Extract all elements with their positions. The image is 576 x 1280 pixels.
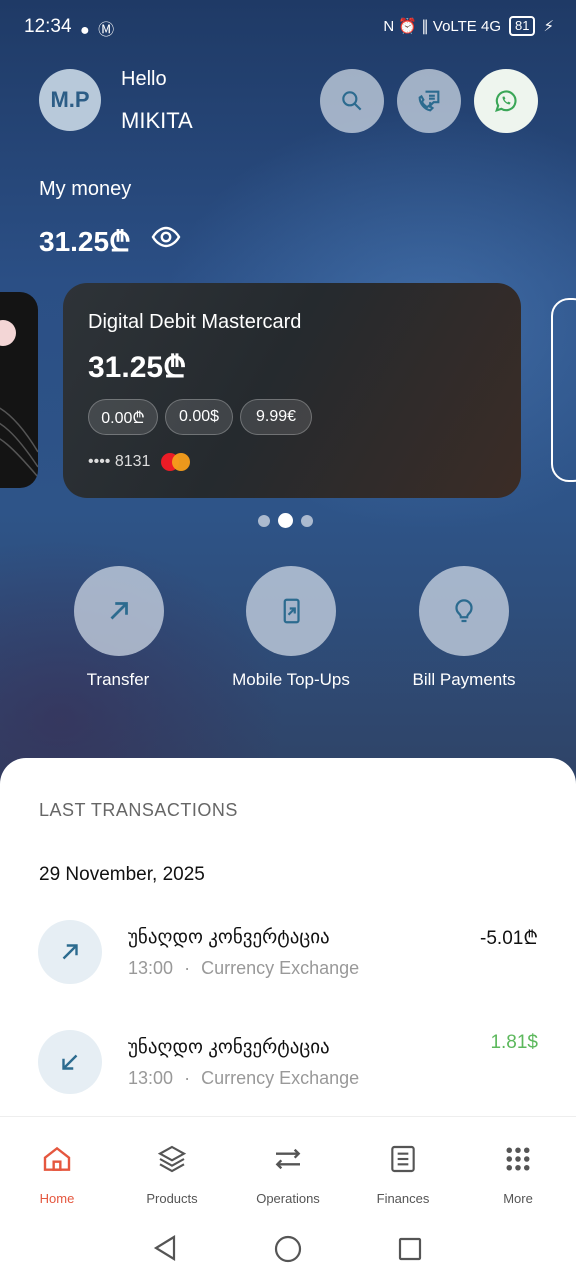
transaction-category: Currency Exchange xyxy=(201,1068,360,1088)
search-button[interactable] xyxy=(320,69,384,133)
transaction-separator: · xyxy=(184,1068,191,1088)
bottom-navigation: Home Products Operations Finances More xyxy=(0,1116,576,1212)
chat-phone-icon xyxy=(418,90,440,112)
eye-icon[interactable] xyxy=(151,224,181,255)
transfer-arrows-icon xyxy=(275,1148,301,1170)
arrow-up-right-icon xyxy=(110,602,128,620)
carousel-dot xyxy=(301,514,313,527)
transfer-label: Transfer xyxy=(86,670,150,689)
whatsapp-button[interactable] xyxy=(474,69,538,133)
status-left-icons: ● Ⓜ xyxy=(80,22,117,39)
avatar[interactable]: M.P xyxy=(39,69,101,131)
bill-payments-label: Bill Payments xyxy=(412,670,516,689)
carousel-dot-active xyxy=(278,513,293,528)
status-time: 12:34 xyxy=(24,16,72,37)
support-chat-button[interactable] xyxy=(397,69,461,133)
system-navigation-bar xyxy=(0,1212,576,1280)
nav-more-label: More xyxy=(503,1191,533,1206)
currency-pill-gel: 0.00₾ xyxy=(88,399,158,435)
nav-finances[interactable]: Finances xyxy=(353,1141,453,1206)
home-icon xyxy=(43,1146,71,1171)
transaction-icon xyxy=(38,1030,102,1094)
nav-products-label: Products xyxy=(146,1191,198,1206)
debit-card[interactable]: Digital Debit Mastercard 31.25₾ 0.00₾ 0.… xyxy=(63,283,521,498)
whatsapp-icon xyxy=(495,90,517,112)
transaction-subtitle: 13:00 · Currency Exchange xyxy=(128,1068,359,1089)
mastercard-logo-icon xyxy=(161,453,191,471)
transfer-button[interactable] xyxy=(74,566,164,656)
transaction-amount: 1.81$ xyxy=(490,1032,538,1053)
transaction-title[interactable]: უნაღდო კონვერტაცია xyxy=(128,926,330,949)
transaction-separator: · xyxy=(184,958,191,978)
balance-value: 31.25₾ xyxy=(39,226,131,257)
nav-home-label: Home xyxy=(39,1191,75,1206)
charging-icon: ⚡ xyxy=(543,18,554,35)
status-icons: N ⏰ ∥ VoLTE 4G xyxy=(383,18,501,35)
recents-icon[interactable] xyxy=(398,1237,422,1261)
transaction-icon xyxy=(38,920,102,984)
transaction-title[interactable]: უნაღდო კონვერტაცია xyxy=(128,1036,330,1059)
status-bar: 12:34 ● Ⓜ N ⏰ ∥ VoLTE 4G 81 ⚡ xyxy=(0,0,576,56)
nav-more[interactable]: More xyxy=(468,1141,568,1206)
nav-products[interactable]: Products xyxy=(122,1141,222,1206)
currency-pill-eur: 9.99€ xyxy=(240,399,312,435)
transactions-heading: LAST TRANSACTIONS xyxy=(39,800,238,820)
carousel-indicator xyxy=(258,513,313,528)
arrow-down-left-icon xyxy=(62,1054,78,1070)
transaction-time: 13:00 xyxy=(128,1068,174,1088)
card-number: •••• 8131 xyxy=(88,453,151,470)
card-balance: 31.25₾ xyxy=(88,351,187,384)
status-right-icons: N ⏰ ∥ VoLTE 4G 81 ⚡ xyxy=(383,16,554,36)
battery-icon: 81 xyxy=(508,16,536,36)
search-icon xyxy=(342,91,362,111)
lightbulb-icon xyxy=(455,599,473,623)
greeting: Hello xyxy=(121,68,167,90)
layers-icon xyxy=(157,1145,187,1173)
balance-label: My money xyxy=(39,178,132,200)
currency-pill-usd: 0.00$ xyxy=(165,399,233,435)
transaction-amount: -5.01₾ xyxy=(480,928,538,949)
transactions-date: 29 November, 2025 xyxy=(39,864,205,885)
phone-topup-icon xyxy=(283,598,300,624)
transaction-subtitle: 13:00 · Currency Exchange xyxy=(128,958,359,979)
nav-home[interactable]: Home xyxy=(7,1141,107,1206)
card-badge-icon xyxy=(0,320,16,346)
home-circle-icon[interactable] xyxy=(274,1235,302,1263)
transaction-time: 13:00 xyxy=(128,958,174,978)
carousel-dot xyxy=(258,514,270,527)
document-list-icon xyxy=(391,1145,415,1173)
user-name: MIKITA xyxy=(121,108,193,133)
mobile-topup-label: Mobile Top-Ups xyxy=(232,670,350,689)
card-title: Digital Debit Mastercard xyxy=(88,311,302,333)
back-icon[interactable] xyxy=(152,1234,178,1262)
next-card[interactable] xyxy=(551,298,576,482)
previous-card[interactable] xyxy=(0,292,38,488)
nav-operations[interactable]: Operations xyxy=(238,1141,338,1206)
bill-payments-button[interactable] xyxy=(419,566,509,656)
nav-operations-label: Operations xyxy=(256,1191,320,1206)
grid-dots-icon xyxy=(506,1147,530,1171)
transaction-category: Currency Exchange xyxy=(201,958,360,978)
mobile-topup-button[interactable] xyxy=(246,566,336,656)
nav-finances-label: Finances xyxy=(376,1191,430,1206)
arrow-up-right-icon xyxy=(62,944,78,960)
